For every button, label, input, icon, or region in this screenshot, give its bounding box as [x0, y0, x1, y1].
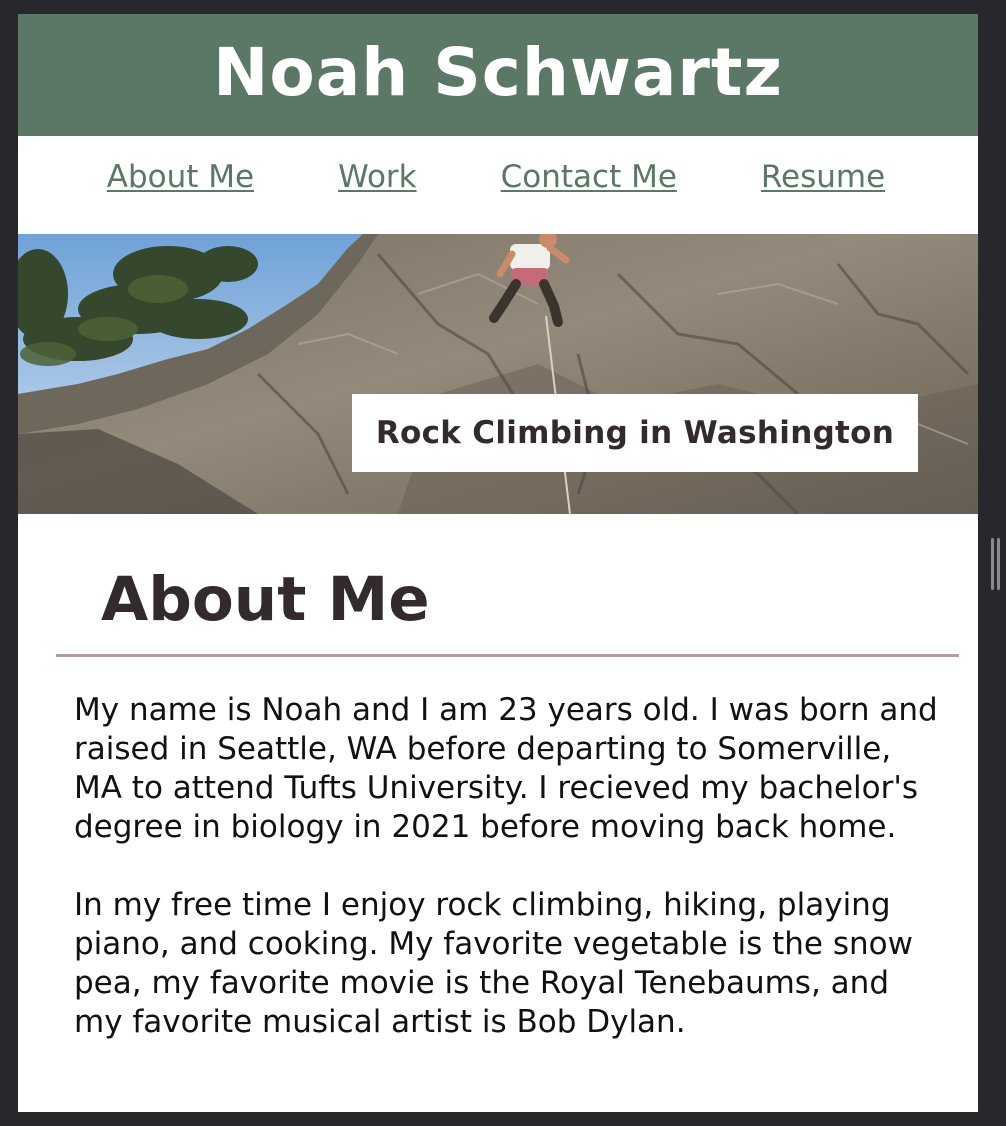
about-me-heading: About Me — [101, 564, 430, 635]
hero-banner: Rock Climbing in Washington — [18, 234, 978, 514]
about-me-body: My name is Noah and I am 23 years old. I… — [18, 657, 978, 1042]
site-header: Noah Schwartz — [18, 14, 978, 136]
nav-link-contact-me[interactable]: Contact Me — [501, 159, 677, 195]
nav-link-resume[interactable]: Resume — [761, 159, 885, 195]
hero-caption: Rock Climbing in Washington — [375, 415, 895, 451]
nav-link-work[interactable]: Work — [338, 159, 417, 195]
hero-photo-rock-climber — [18, 234, 978, 514]
about-paragraph-2: In my free time I enjoy rock climbing, h… — [74, 887, 913, 1040]
hero-caption-box: Rock Climbing in Washington — [352, 394, 918, 472]
window-resize-handle[interactable] — [991, 538, 1001, 590]
page-viewport: Noah Schwartz About Me Work Contact Me R… — [18, 14, 978, 1112]
about-paragraph-1: My name is Noah and I am 23 years old. I… — [74, 692, 938, 845]
nav-link-about-me[interactable]: About Me — [107, 159, 254, 195]
main-nav: About Me Work Contact Me Resume — [18, 136, 978, 234]
site-title: Noah Schwartz — [213, 34, 783, 111]
